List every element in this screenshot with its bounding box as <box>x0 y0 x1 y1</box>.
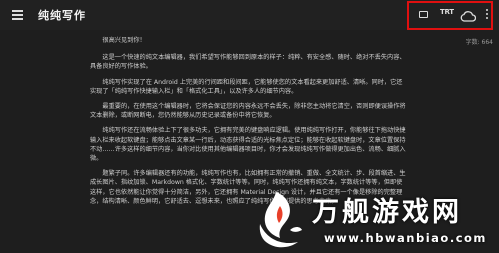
word-count: 字数: 664 <box>465 39 493 46</box>
greeting-line: 很高兴见到你！ <box>102 37 146 44</box>
paragraph: 这是一个快速的纯文本编辑器，我们希望写作能够回到原本的样子：纯粹、有安全感、随时… <box>90 54 406 71</box>
text-editor[interactable]: 很高兴见到你！ 这是一个快速的纯文本编辑器，我们希望写作能够回到原本的样子：纯粹… <box>90 36 408 212</box>
more-vert-icon[interactable] <box>485 8 489 22</box>
cloud-sync-icon[interactable] <box>460 7 477 22</box>
fullscreen-icon[interactable] <box>419 11 428 18</box>
paragraph: 最重要的，在使用这个编辑器时，它将会保证您的内容永远不会丢失，除非您主动将它清空… <box>90 103 406 120</box>
paragraph: 纯纯写作实现了在 Android 上完美的行间距和段间距，它能够使您的文本看起来… <box>90 78 403 95</box>
watermark-url: www.hbwanbiao.com <box>324 231 487 245</box>
paragraph: 纯纯写作还在流畅体验上下了很多功夫，它拥有完美的键盘响应逻辑。使用纯纯写作打开，… <box>90 127 406 163</box>
font-format-icon[interactable]: TRT <box>440 8 454 16</box>
menu-icon[interactable] <box>11 8 25 22</box>
paragraph: 题繁子同。许多编辑器还有的功能，纯纯写作也有，比如拥有正常的撤销、重做、全文统计… <box>90 170 406 205</box>
app-title: 纯纯写作 <box>38 9 86 22</box>
app-bar: 纯纯写作 TRT <box>0 0 499 30</box>
